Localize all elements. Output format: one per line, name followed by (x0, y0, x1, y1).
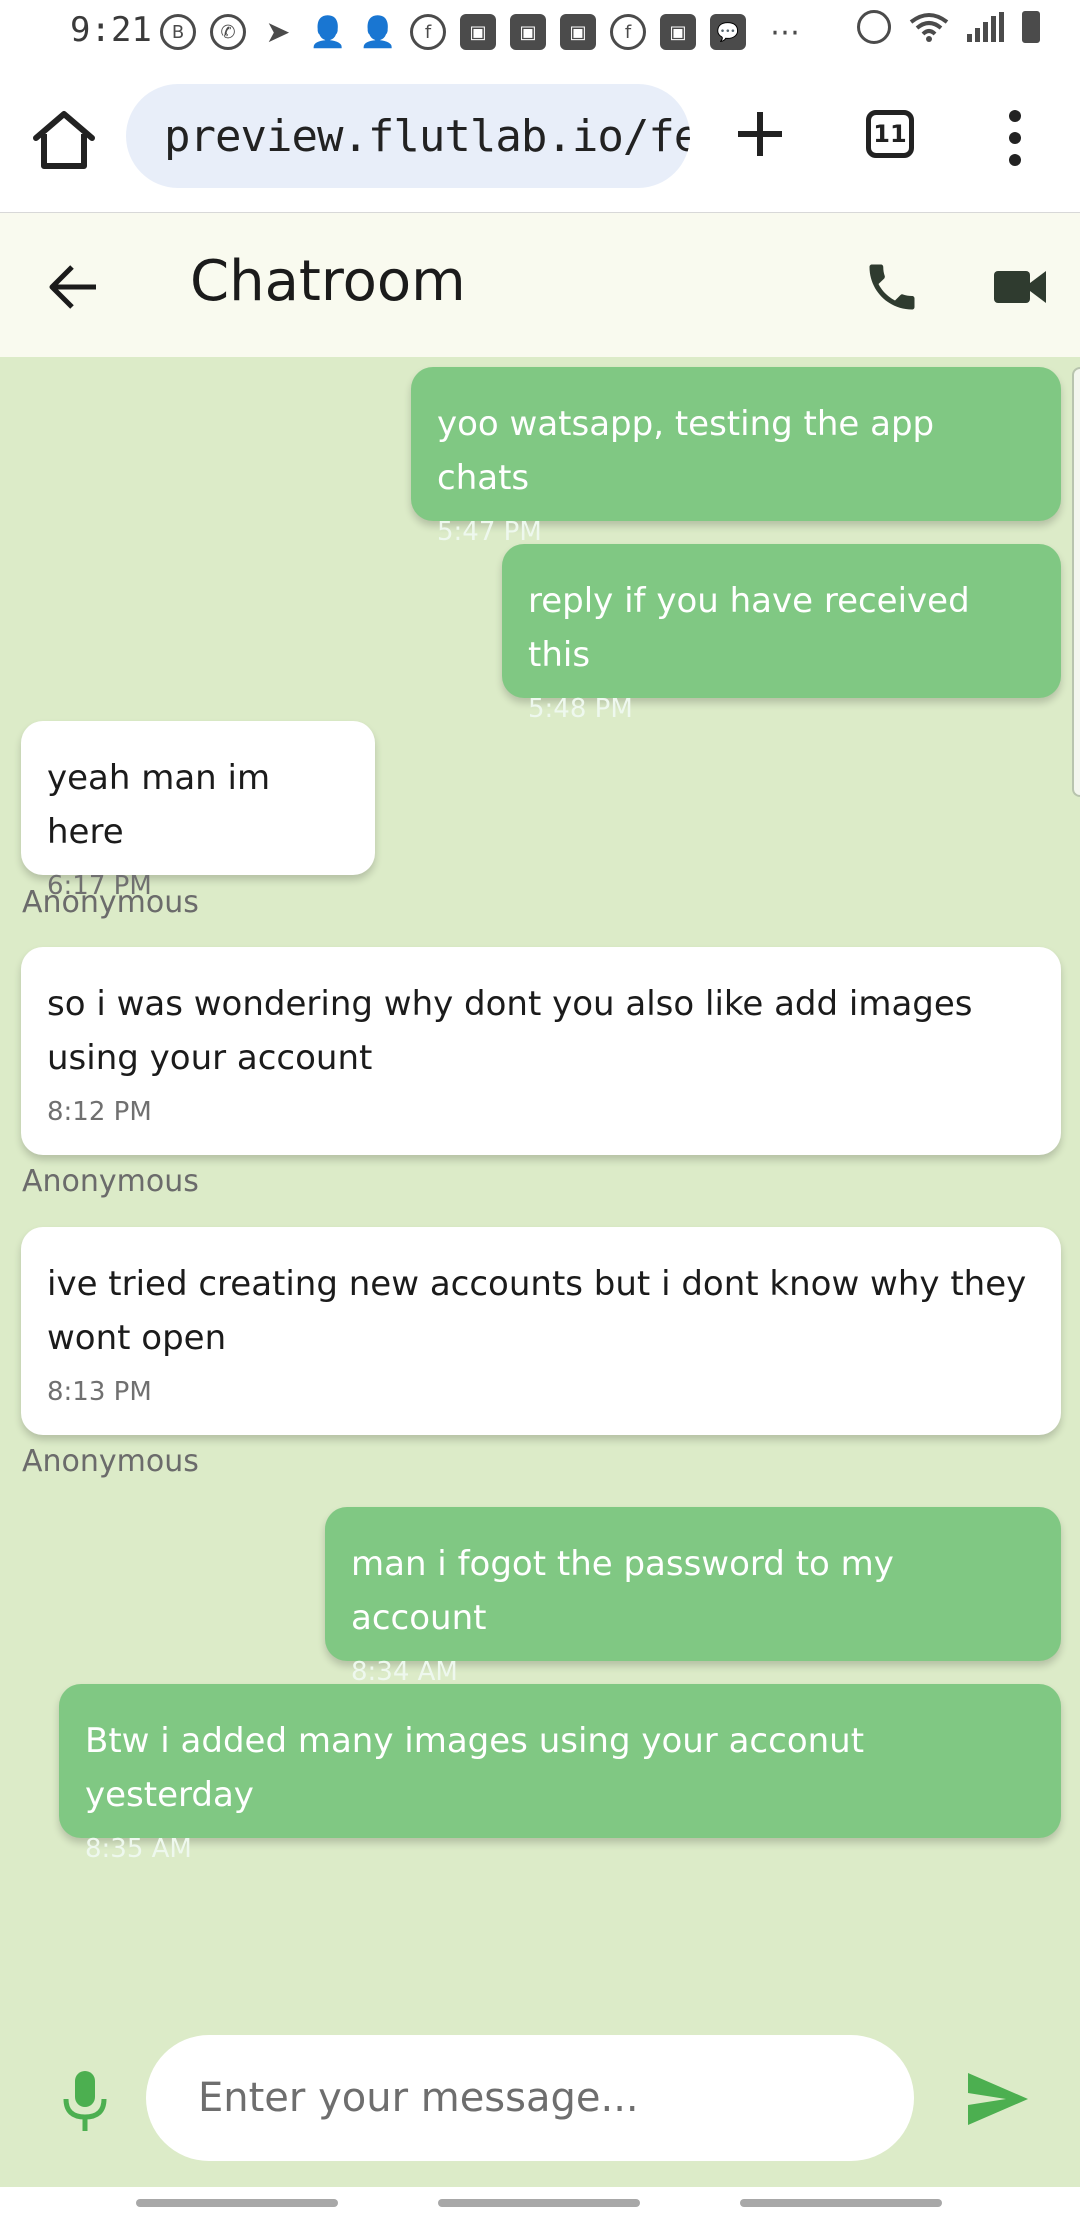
tab-switcher-button[interactable]: 11 (866, 110, 914, 158)
home-icon[interactable] (30, 110, 98, 170)
chat-messages[interactable]: yoo watsapp, testing the app chats 5:47 … (0, 357, 1080, 2017)
send-icon[interactable] (966, 2069, 1030, 2129)
facebook-image-icon: ▣ (660, 14, 696, 50)
telegram-icon: ➤ (265, 14, 291, 50)
message-text: yeah man im here (47, 758, 271, 852)
message-text: reply if you have received this (528, 581, 970, 675)
system-icons (857, 10, 1040, 44)
app-bar: Chatroom (0, 213, 1080, 357)
message-text: ive tried creating new accounts but i do… (47, 1264, 1027, 1358)
battery-icon (1022, 11, 1040, 43)
address-bar[interactable]: preview.flutlab.io/feni_ (126, 84, 690, 188)
message-text: man i fogot the password to my account (351, 1544, 894, 1638)
person-add-icon: 👤 (309, 14, 347, 50)
nav-recents-handle[interactable] (136, 2199, 338, 2207)
alarm-icon (857, 10, 891, 44)
more-notifications-icon: ⋯ (770, 14, 800, 50)
browser-toolbar: preview.flutlab.io/feni_ 11 (0, 64, 1080, 214)
facebook-image-icon: ▣ (510, 14, 546, 50)
message-text: yoo watsapp, testing the app chats (437, 404, 935, 498)
message-time: 5:47 PM (437, 517, 542, 547)
message-bubble-received[interactable]: so i was wondering why dont you also lik… (21, 947, 1061, 1155)
system-navigation-bar (0, 2187, 1080, 2220)
wifi-icon (909, 13, 949, 42)
microphone-icon[interactable] (58, 2069, 112, 2133)
url-text[interactable]: preview.flutlab.io/feni_ (164, 111, 690, 162)
message-text: so i was wondering why dont you also lik… (47, 984, 973, 1078)
facebook-image-icon: ▣ (460, 14, 496, 50)
nav-back-handle[interactable] (740, 2199, 942, 2207)
message-time: 5:48 PM (528, 694, 633, 724)
facebook-icon: f (410, 14, 446, 50)
message-bubble-sent[interactable]: man i fogot the password to my account 8… (325, 1507, 1061, 1687)
page-title: Chatroom (190, 249, 466, 314)
nav-home-handle[interactable] (438, 2199, 640, 2207)
sender-name: Anonymous (22, 1164, 199, 1199)
b-icon: B (160, 14, 196, 50)
video-call-icon[interactable] (992, 263, 1048, 311)
sender-name: Anonymous (22, 885, 199, 920)
status-bar: 9:21 B ✆ ➤ 👤 👤 f ▣ ▣ ▣ f ▣ 💬 ⋯ (0, 0, 1080, 64)
message-composer (0, 2017, 1080, 2187)
signal-icon (967, 12, 1004, 42)
status-time: 9:21 (70, 10, 152, 50)
message-time: 8:35 AM (85, 1834, 192, 1864)
message-bubble-received[interactable]: ive tried creating new accounts but i do… (21, 1227, 1061, 1435)
message-time: 8:34 AM (351, 1657, 458, 1687)
more-options-icon[interactable] (1000, 110, 1030, 166)
message-time: 8:12 PM (47, 1097, 152, 1127)
message-bubble-received[interactable]: yeah man im here 6:17 PM (21, 721, 375, 901)
message-bubble-sent[interactable]: yoo watsapp, testing the app chats 5:47 … (411, 367, 1061, 547)
message-time: 8:13 PM (47, 1377, 152, 1407)
notification-icons: B ✆ ➤ 👤 👤 f ▣ ▣ ▣ f ▣ 💬 ⋯ (160, 14, 800, 50)
facebook-icon: f (610, 14, 646, 50)
back-arrow-icon[interactable] (44, 257, 104, 317)
chat-icon: 💬 (710, 14, 746, 50)
message-bubble-sent[interactable]: Btw i added many images using your accon… (59, 1684, 1061, 1864)
sender-name: Anonymous (22, 1444, 199, 1479)
scrollbar[interactable] (1072, 367, 1080, 797)
message-bubble-sent[interactable]: reply if you have received this 5:48 PM (502, 544, 1061, 724)
new-tab-icon[interactable] (730, 104, 790, 164)
whatsapp-icon: ✆ (210, 14, 246, 50)
phone-icon[interactable] (862, 257, 922, 317)
person-add-icon: 👤 (359, 14, 397, 50)
message-input[interactable] (146, 2035, 914, 2161)
message-text: Btw i added many images using your accon… (85, 1721, 865, 1815)
facebook-image-icon: ▣ (560, 14, 596, 50)
